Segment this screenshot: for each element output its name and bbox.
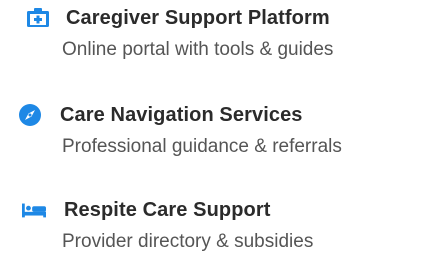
- service-description: Professional guidance & referrals: [62, 136, 342, 157]
- compass-icon: [18, 103, 42, 127]
- service-title: Care Navigation Services: [60, 103, 303, 126]
- service-description: Online portal with tools & guides: [62, 39, 334, 60]
- service-item-care-navigation: Care Navigation Services Professional gu…: [0, 103, 422, 158]
- service-description: Provider directory & subsidies: [62, 231, 314, 252]
- service-title: Caregiver Support Platform: [66, 6, 330, 29]
- medical-kit-icon: [26, 6, 50, 30]
- bed-icon: [22, 198, 46, 222]
- service-item-respite-care: Respite Care Support Provider directory …: [0, 198, 422, 253]
- service-title: Respite Care Support: [64, 198, 271, 221]
- service-item-caregiver-support: Caregiver Support Platform Online portal…: [0, 6, 422, 61]
